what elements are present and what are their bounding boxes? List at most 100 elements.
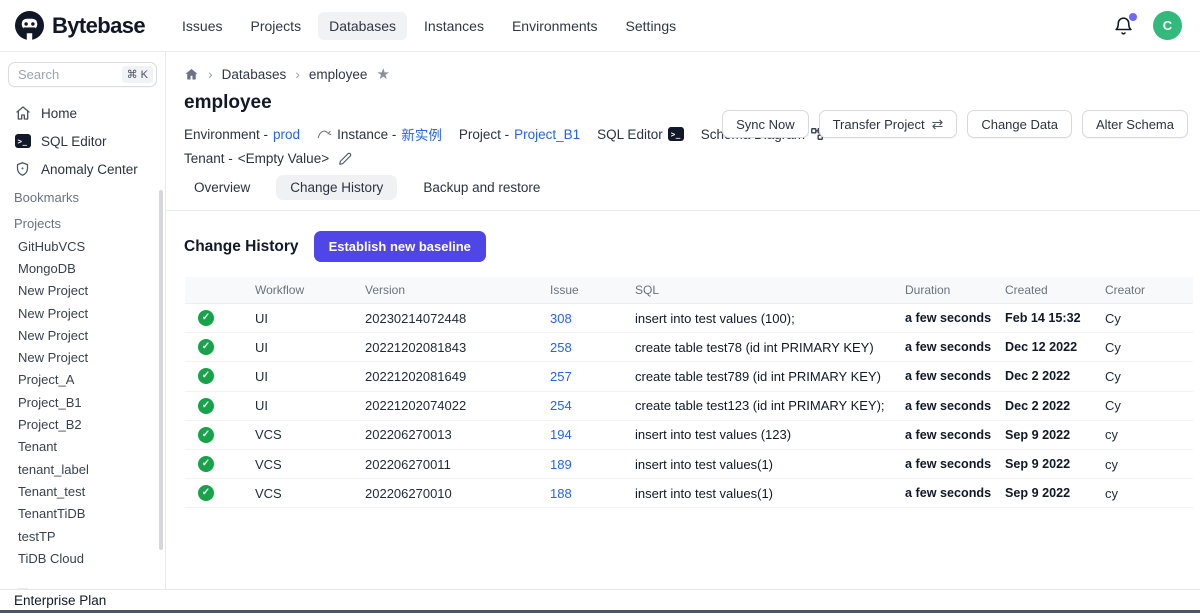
- sidebar-project-item[interactable]: New Project: [0, 346, 165, 368]
- search-input[interactable]: Search ⌘ K: [8, 62, 157, 87]
- table-row[interactable]: ✓ VCS 202206270011 189 insert into test …: [185, 450, 1193, 479]
- nav-item-environments[interactable]: Environments: [501, 12, 609, 40]
- sidebar-item-anomaly-center[interactable]: Anomaly Center: [0, 155, 165, 183]
- cell-issue-link[interactable]: 189: [550, 457, 635, 472]
- table-row[interactable]: ✓ UI 20221202074022 254 create table tes…: [185, 392, 1193, 421]
- cell-issue-link[interactable]: 258: [550, 340, 635, 355]
- nav-item-instances[interactable]: Instances: [413, 12, 495, 40]
- cell-version: 20221202074022: [365, 398, 550, 413]
- nav-item-projects[interactable]: Projects: [240, 12, 313, 40]
- column-header: Issue: [550, 283, 635, 297]
- change-data-button[interactable]: Change Data: [967, 110, 1072, 138]
- meta-sql-editor-link[interactable]: SQL Editor >_: [597, 127, 684, 142]
- cell-duration: a few seconds: [905, 428, 1005, 442]
- sidebar-project-item[interactable]: TenantTiDB: [0, 503, 165, 525]
- table-row[interactable]: ✓ UI 20230214072448 308 insert into test…: [185, 304, 1193, 333]
- instance-link[interactable]: 新实例: [401, 124, 442, 144]
- instance-label: Instance -: [337, 127, 396, 142]
- terminal-icon: >_: [14, 134, 31, 148]
- user-avatar[interactable]: C: [1153, 11, 1182, 40]
- column-header: SQL: [635, 283, 905, 297]
- sync-now-button[interactable]: Sync Now: [722, 110, 809, 138]
- cell-version: 20221202081649: [365, 369, 550, 384]
- cell-workflow: VCS: [255, 486, 365, 501]
- meta-tenant: Tenant - <Empty Value>: [184, 151, 352, 166]
- cell-issue-link[interactable]: 257: [550, 369, 635, 384]
- cell-created: Feb 14 15:32: [1005, 311, 1105, 325]
- transfer-project-button[interactable]: Transfer Project ⇄: [819, 110, 958, 138]
- sidebar-project-item[interactable]: MongoDB: [0, 257, 165, 279]
- change-history-table: WorkflowVersionIssueSQLDurationCreatedCr…: [185, 277, 1193, 508]
- success-check-icon: ✓: [198, 339, 214, 355]
- cell-workflow: VCS: [255, 427, 365, 442]
- sidebar-scrollbar[interactable]: [159, 190, 163, 550]
- notification-bell-icon[interactable]: [1113, 15, 1135, 37]
- cell-version: 20230214072448: [365, 311, 550, 326]
- cell-version: 202206270010: [365, 486, 550, 501]
- tenant-value: <Empty Value>: [238, 151, 329, 166]
- sidebar-project-item[interactable]: New Project: [0, 302, 165, 324]
- success-check-icon: ✓: [198, 456, 214, 472]
- nav-item-issues[interactable]: Issues: [171, 12, 233, 40]
- tab-overview[interactable]: Overview: [180, 175, 264, 200]
- nav-item-databases[interactable]: Databases: [318, 12, 407, 40]
- sidebar-project-item[interactable]: New Project: [0, 280, 165, 302]
- environment-link[interactable]: prod: [273, 127, 300, 142]
- notification-dot: [1129, 13, 1137, 21]
- sidebar-project-list: GitHubVCSMongoDBNew ProjectNew ProjectNe…: [0, 235, 165, 569]
- sidebar-item-sql-editor[interactable]: >_ SQL Editor: [0, 127, 165, 155]
- sidebar-project-item[interactable]: Tenant_test: [0, 480, 165, 502]
- cell-issue-link[interactable]: 194: [550, 427, 635, 442]
- brand-home-link[interactable]: Bytebase: [14, 10, 145, 41]
- sidebar-item-home[interactable]: Home: [0, 99, 165, 127]
- cell-issue-link[interactable]: 188: [550, 486, 635, 501]
- cell-sql: create table test123 (id int PRIMARY KEY…: [635, 398, 905, 413]
- cell-issue-link[interactable]: 308: [550, 311, 635, 326]
- sidebar-project-item[interactable]: testTP: [0, 525, 165, 547]
- column-header: Workflow: [255, 283, 365, 297]
- table-row[interactable]: ✓ VCS 202206270010 188 insert into test …: [185, 479, 1193, 508]
- cell-creator: cy: [1105, 457, 1193, 472]
- bookmark-star-icon[interactable]: ★: [376, 67, 389, 82]
- sidebar-item-archive[interactable]: Archive: [0, 580, 165, 589]
- success-check-icon: ✓: [198, 427, 214, 443]
- cell-created: Dec 2 2022: [1005, 369, 1105, 383]
- sidebar-project-item[interactable]: Project_B1: [0, 391, 165, 413]
- breadcrumb-databases[interactable]: Databases: [222, 67, 287, 82]
- cell-workflow: UI: [255, 369, 365, 384]
- project-link[interactable]: Project_B1: [514, 127, 580, 142]
- sidebar-project-item[interactable]: Tenant: [0, 436, 165, 458]
- cell-creator: Cy: [1105, 311, 1193, 326]
- table-row[interactable]: ✓ VCS 202206270013 194 insert into test …: [185, 421, 1193, 450]
- alter-schema-button[interactable]: Alter Schema: [1082, 110, 1188, 138]
- sidebar-project-item[interactable]: New Project: [0, 324, 165, 346]
- cell-sql: insert into test values (100);: [635, 311, 905, 326]
- table-row[interactable]: ✓ UI 20221202081649 257 create table tes…: [185, 362, 1193, 391]
- nav-item-settings[interactable]: Settings: [615, 12, 688, 40]
- project-label: Project -: [459, 127, 509, 142]
- tenant-label: Tenant -: [184, 151, 233, 166]
- cell-created: Sep 9 2022: [1005, 428, 1105, 442]
- sidebar-project-item[interactable]: Project_B2: [0, 413, 165, 435]
- cell-sql: insert into test values(1): [635, 457, 905, 472]
- edit-pencil-icon[interactable]: [338, 152, 352, 166]
- cell-sql: create table test789 (id int PRIMARY KEY…: [635, 369, 905, 384]
- sidebar-project-item[interactable]: tenant_label: [0, 458, 165, 480]
- sidebar-project-item[interactable]: TiDB Cloud: [0, 547, 165, 569]
- cell-workflow: UI: [255, 340, 365, 355]
- breadcrumb-separator: ›: [208, 66, 213, 82]
- establish-baseline-button[interactable]: Establish new baseline: [314, 231, 486, 262]
- breadcrumb-home-icon[interactable]: [184, 67, 199, 82]
- tab-change-history[interactable]: Change History: [276, 175, 397, 200]
- breadcrumb-employee[interactable]: employee: [309, 67, 368, 82]
- sidebar-project-item[interactable]: GitHubVCS: [0, 235, 165, 257]
- sidebar-project-item[interactable]: Project_A: [0, 369, 165, 391]
- cell-issue-link[interactable]: 254: [550, 398, 635, 413]
- cell-creator: Cy: [1105, 369, 1193, 384]
- table-row[interactable]: ✓ UI 20221202081843 258 create table tes…: [185, 333, 1193, 362]
- plan-footer: Enterprise Plan: [0, 589, 1200, 610]
- cell-duration: a few seconds: [905, 399, 1005, 413]
- top-navbar: Bytebase IssuesProjectsDatabasesInstance…: [0, 0, 1200, 52]
- tab-backup-and-restore[interactable]: Backup and restore: [409, 175, 554, 200]
- cell-creator: Cy: [1105, 398, 1193, 413]
